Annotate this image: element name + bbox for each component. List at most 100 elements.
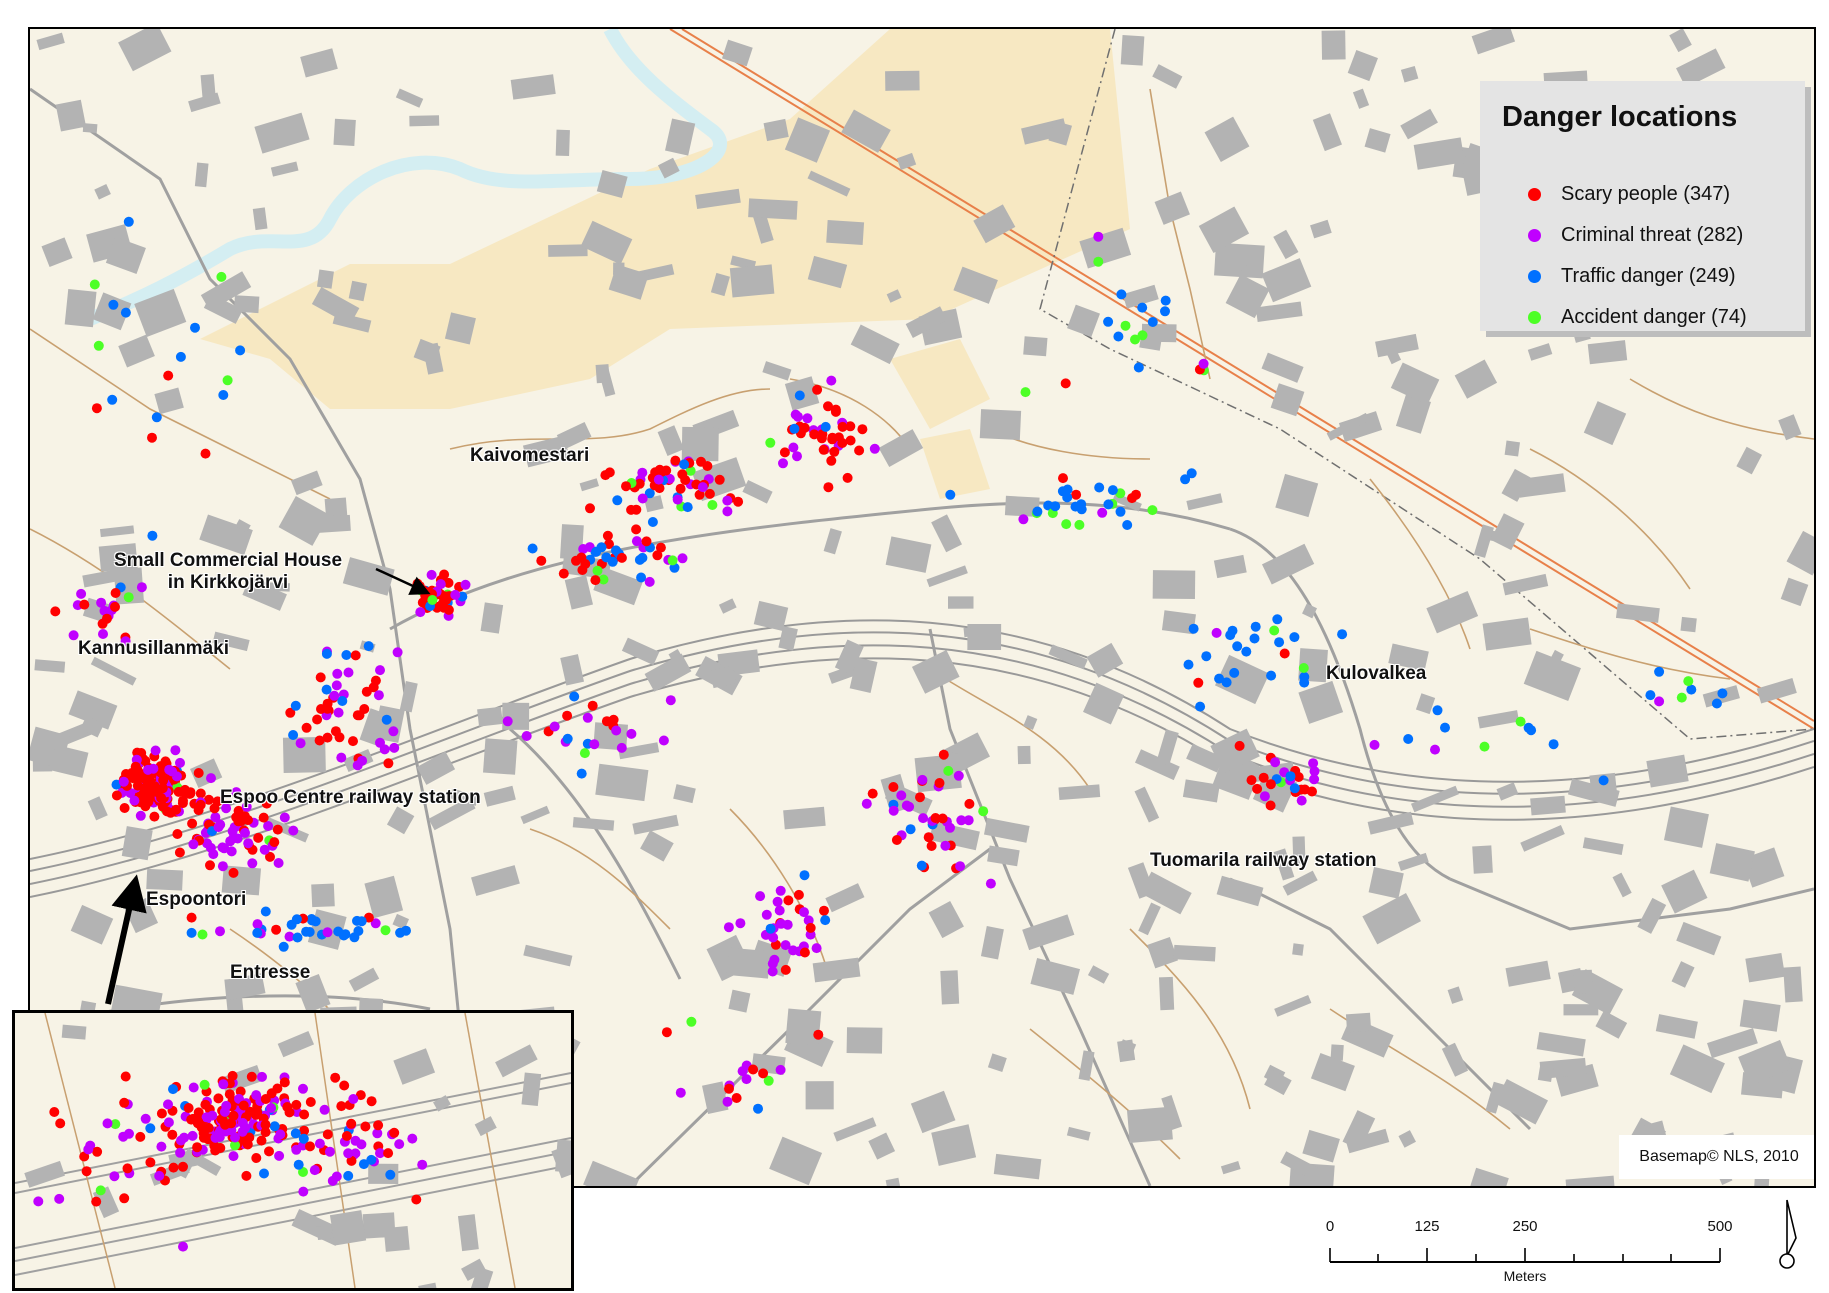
danger-point-scary[interactable] xyxy=(256,1135,267,1146)
danger-point-criminal[interactable] xyxy=(722,1096,733,1107)
danger-point-traffic[interactable] xyxy=(151,412,162,423)
danger-point-scary[interactable] xyxy=(193,768,204,778)
danger-point-criminal[interactable] xyxy=(76,588,87,599)
danger-point-scary[interactable] xyxy=(758,1068,769,1079)
danger-point-criminal[interactable] xyxy=(343,667,354,678)
danger-point-traffic[interactable] xyxy=(820,915,831,926)
danger-point-scary[interactable] xyxy=(626,504,637,515)
danger-point-traffic[interactable] xyxy=(190,322,200,333)
danger-point-criminal[interactable] xyxy=(314,1138,325,1149)
danger-point-criminal[interactable] xyxy=(324,1146,335,1157)
danger-point-criminal[interactable] xyxy=(768,932,779,943)
legend-item-scary-people[interactable]: Scary people (347) xyxy=(1528,181,1730,207)
danger-point-criminal[interactable] xyxy=(230,1132,240,1143)
danger-point-scary[interactable] xyxy=(888,782,899,792)
danger-point-accident[interactable] xyxy=(222,375,233,386)
danger-point-scary[interactable] xyxy=(837,421,848,432)
danger-point-criminal[interactable] xyxy=(176,1135,186,1146)
danger-point-criminal[interactable] xyxy=(904,801,915,812)
danger-point-scary[interactable] xyxy=(724,1083,734,1094)
danger-point-scary[interactable] xyxy=(783,895,794,906)
danger-point-traffic[interactable] xyxy=(1229,667,1240,678)
danger-point-criminal[interactable] xyxy=(348,1094,359,1104)
danger-point-scary[interactable] xyxy=(111,790,122,801)
danger-point-scary[interactable] xyxy=(600,470,611,481)
danger-point-criminal[interactable] xyxy=(631,536,642,547)
danger-point-scary[interactable] xyxy=(251,1153,262,1163)
danger-point-criminal[interactable] xyxy=(266,1103,277,1113)
danger-point-scary[interactable] xyxy=(818,444,829,455)
danger-point-scary[interactable] xyxy=(145,1157,156,1168)
danger-point-criminal[interactable] xyxy=(611,725,622,736)
danger-point-scary[interactable] xyxy=(661,1027,672,1038)
danger-point-scary[interactable] xyxy=(210,1145,221,1156)
danger-point-criminal[interactable] xyxy=(778,458,788,469)
danger-point-scary[interactable] xyxy=(675,483,686,494)
danger-point-traffic[interactable] xyxy=(1225,630,1236,641)
danger-point-criminal[interactable] xyxy=(54,1193,65,1204)
danger-point-scary[interactable] xyxy=(779,447,790,458)
danger-point-traffic[interactable] xyxy=(1183,659,1194,670)
danger-point-scary[interactable] xyxy=(224,1089,235,1100)
danger-point-scary[interactable] xyxy=(135,1131,146,1142)
danger-point-criminal[interactable] xyxy=(163,1117,174,1128)
danger-point-scary[interactable] xyxy=(167,1129,178,1140)
danger-point-criminal[interactable] xyxy=(658,735,669,746)
danger-point-criminal[interactable] xyxy=(460,579,471,590)
danger-point-traffic[interactable] xyxy=(682,502,693,513)
danger-point-criminal[interactable] xyxy=(775,1064,786,1075)
danger-point-scary[interactable] xyxy=(1234,740,1245,751)
danger-point-criminal[interactable] xyxy=(1097,507,1108,518)
danger-point-scary[interactable] xyxy=(799,947,810,958)
danger-point-criminal[interactable] xyxy=(896,790,907,801)
danger-point-scary[interactable] xyxy=(926,841,937,851)
danger-point-criminal[interactable] xyxy=(521,731,532,741)
danger-point-criminal[interactable] xyxy=(243,838,254,849)
danger-point-traffic[interactable] xyxy=(820,421,831,432)
danger-point-accident[interactable] xyxy=(427,595,438,605)
danger-point-traffic[interactable] xyxy=(1107,485,1118,496)
danger-point-criminal[interactable] xyxy=(861,798,872,809)
danger-point-scary[interactable] xyxy=(119,1097,130,1108)
danger-point-traffic[interactable] xyxy=(1180,474,1191,485)
danger-point-scary[interactable] xyxy=(243,815,253,825)
danger-point-criminal[interactable] xyxy=(252,919,263,930)
danger-point-criminal[interactable] xyxy=(741,1074,752,1085)
danger-point-traffic[interactable] xyxy=(1285,771,1296,782)
danger-point-scary[interactable] xyxy=(1058,473,1068,484)
danger-point-criminal[interactable] xyxy=(502,716,513,727)
danger-point-traffic[interactable] xyxy=(789,423,800,434)
danger-point-traffic[interactable] xyxy=(1232,641,1243,652)
danger-point-scary[interactable] xyxy=(1265,779,1276,790)
danger-point-criminal[interactable] xyxy=(1211,627,1222,638)
danger-point-scary[interactable] xyxy=(748,1064,759,1075)
danger-point-scary[interactable] xyxy=(339,1080,350,1091)
danger-point-traffic[interactable] xyxy=(278,941,289,952)
danger-point-traffic[interactable] xyxy=(1432,705,1443,716)
danger-point-scary[interactable] xyxy=(120,1071,131,1082)
legend-item-traffic-danger[interactable]: Traffic danger (249) xyxy=(1528,263,1736,289)
danger-point-scary[interactable] xyxy=(174,847,185,858)
danger-point-criminal[interactable] xyxy=(154,1170,165,1181)
danger-point-criminal[interactable] xyxy=(788,945,799,956)
danger-point-scary[interactable] xyxy=(79,599,90,610)
danger-point-criminal[interactable] xyxy=(175,1147,186,1158)
danger-point-criminal[interactable] xyxy=(450,589,461,600)
danger-point-scary[interactable] xyxy=(602,530,613,541)
danger-point-traffic[interactable] xyxy=(1241,646,1252,657)
danger-point-criminal[interactable] xyxy=(417,1159,428,1170)
danger-point-scary[interactable] xyxy=(361,686,372,697)
danger-point-criminal[interactable] xyxy=(388,726,399,737)
danger-point-criminal[interactable] xyxy=(767,958,778,969)
danger-point-traffic[interactable] xyxy=(1299,677,1310,688)
danger-point-traffic[interactable] xyxy=(1289,783,1300,794)
danger-point-traffic[interactable] xyxy=(186,927,197,938)
danger-point-accident[interactable] xyxy=(943,765,954,776)
danger-point-scary[interactable] xyxy=(291,1099,302,1110)
danger-point-traffic[interactable] xyxy=(1289,632,1300,643)
danger-point-traffic[interactable] xyxy=(576,768,587,779)
danger-point-accident[interactable] xyxy=(95,1185,106,1196)
danger-point-traffic[interactable] xyxy=(304,927,315,937)
danger-point-accident[interactable] xyxy=(1298,663,1309,673)
danger-point-accident[interactable] xyxy=(978,806,989,817)
